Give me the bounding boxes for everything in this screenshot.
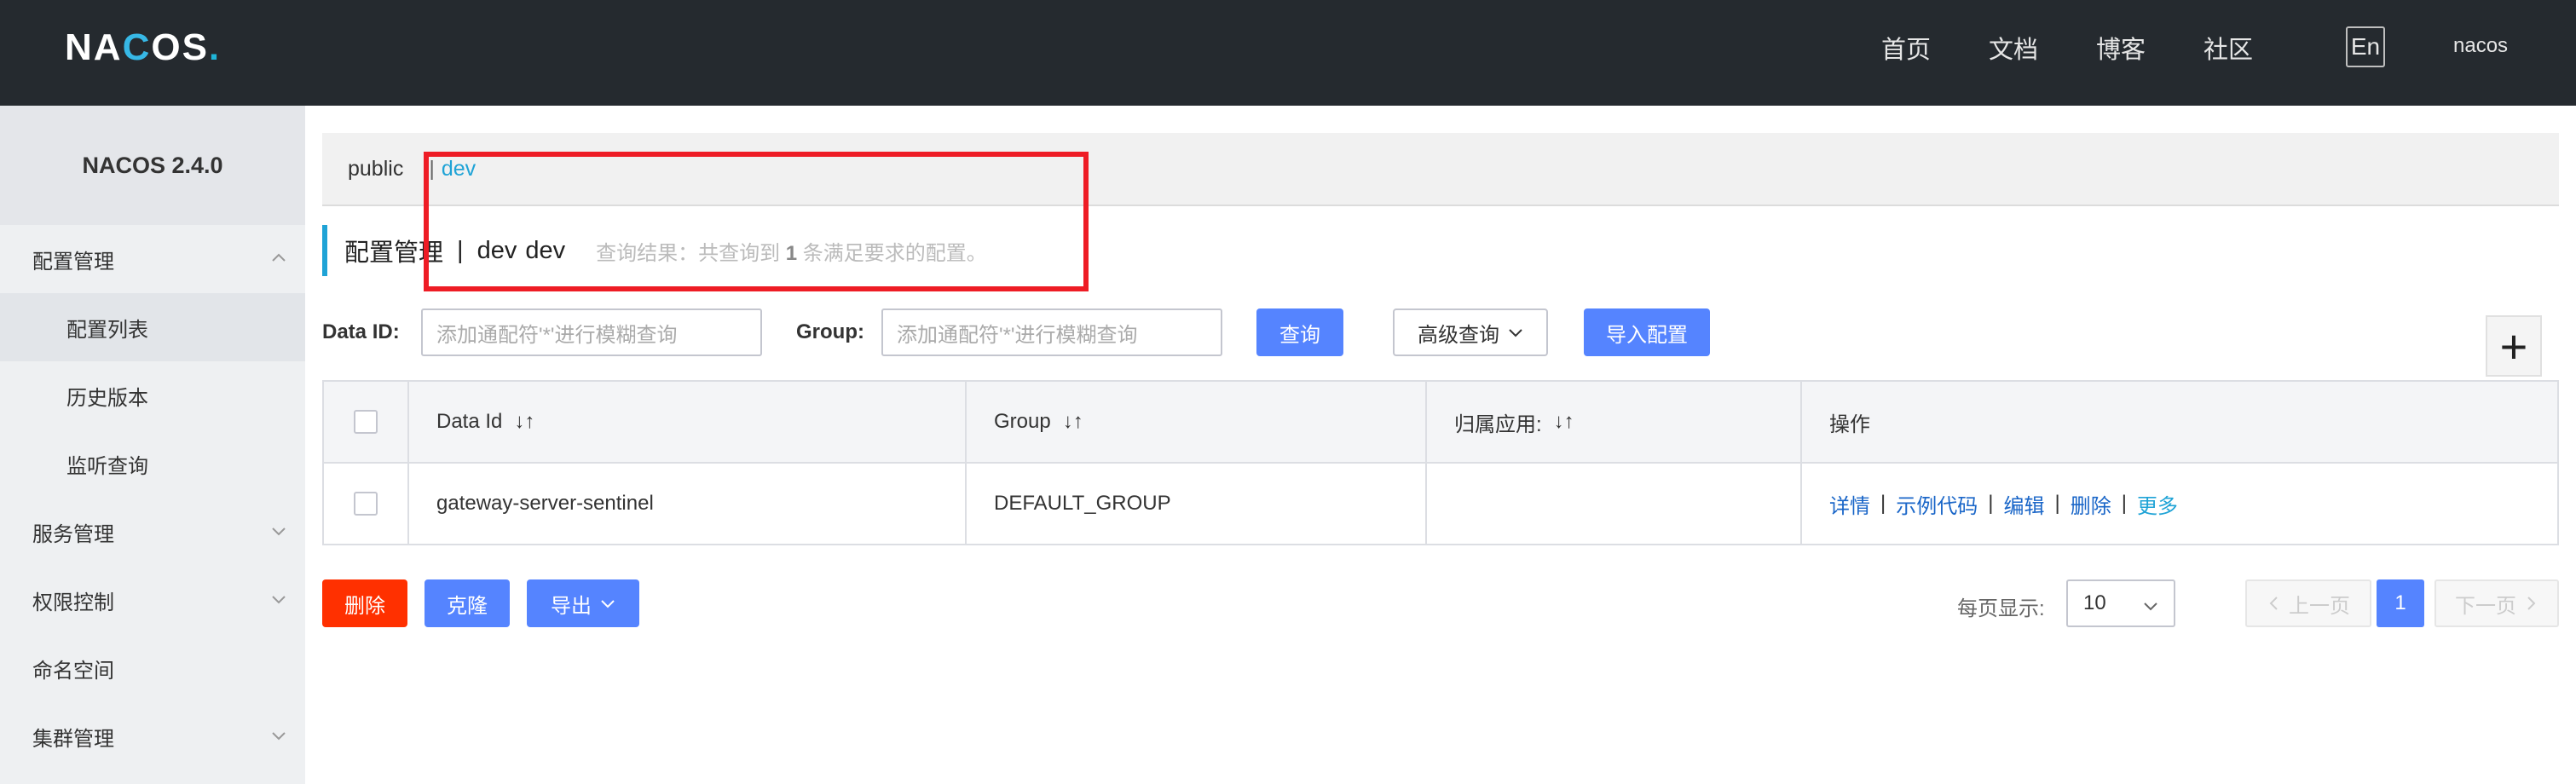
sample-code-link[interactable]: 示例代码: [1896, 489, 1978, 519]
current-page-button[interactable]: 1: [2377, 579, 2424, 627]
sidebar: NACOS 2.4.0 配置管理 配置列表 历史版本 监听查询 服务管理 权限控…: [0, 106, 305, 784]
sidebar-item-history[interactable]: 历史版本: [0, 361, 305, 429]
chevron-down-icon: [272, 596, 286, 604]
top-navbar: NA C OS. 首页 文档 博客 社区 En nacos: [0, 0, 2576, 106]
group-input[interactable]: 添加通配符'*'进行模糊查询: [881, 308, 1222, 356]
chevron-down-icon: [272, 527, 286, 536]
data-id-input[interactable]: 添加通配符'*'进行模糊查询: [421, 308, 762, 356]
column-header-group[interactable]: Group ↓↑: [967, 382, 1427, 462]
row-checkbox[interactable]: [354, 492, 378, 516]
delete-link[interactable]: 删除: [2071, 489, 2111, 519]
select-all-checkbox[interactable]: [354, 410, 378, 434]
sort-icon[interactable]: ↓↑: [1554, 410, 1574, 434]
column-header-operations: 操作: [1829, 412, 1870, 436]
query-button[interactable]: 查询: [1256, 308, 1343, 356]
nacos-logo[interactable]: NA C OS.: [65, 24, 221, 72]
sidebar-item-service-management[interactable]: 服务管理: [0, 498, 305, 566]
sidebar-item-config-management[interactable]: 配置管理: [0, 225, 305, 293]
batch-delete-button[interactable]: 删除: [322, 579, 407, 627]
sidebar-item-access-control[interactable]: 权限控制: [0, 566, 305, 634]
chevron-down-icon: [272, 732, 286, 741]
import-config-button[interactable]: 导入配置: [1584, 308, 1710, 356]
sidebar-item-namespace[interactable]: 命名空间: [0, 634, 305, 702]
clone-button[interactable]: 克隆: [425, 579, 510, 627]
cell-app: [1427, 464, 1802, 544]
user-menu[interactable]: nacos: [2453, 34, 2508, 58]
data-id-label: Data ID:: [322, 320, 400, 343]
add-config-button[interactable]: +: [2486, 315, 2542, 377]
chevron-right-icon: [2527, 597, 2536, 610]
chevron-down-icon: [2144, 602, 2157, 611]
nav-home-link[interactable]: 首页: [1881, 30, 1931, 66]
sidebar-item-listener-query[interactable]: 监听查询: [0, 429, 305, 498]
group-label: Group:: [796, 320, 864, 343]
cell-group: DEFAULT_GROUP: [967, 464, 1427, 544]
top-nav-links: 首页 文档 博客 社区: [1881, 29, 2311, 66]
next-page-button[interactable]: 下一页: [2434, 579, 2559, 627]
page-size-label: 每页显示:: [1957, 597, 2045, 620]
nav-community-link[interactable]: 社区: [2203, 30, 2253, 66]
export-button[interactable]: 导出: [527, 579, 639, 627]
nav-docs-link[interactable]: 文档: [1989, 30, 2038, 66]
advanced-query-button[interactable]: 高级查询: [1393, 308, 1548, 356]
sidebar-version-title: NACOS 2.4.0: [0, 106, 305, 225]
cell-operations: 详情 | 示例代码 | 编辑 | 删除 | 更多: [1802, 464, 2557, 544]
prev-page-button[interactable]: 上一页: [2245, 579, 2371, 627]
chevron-left-icon: [2269, 597, 2278, 610]
column-header-app[interactable]: 归属应用: ↓↑: [1427, 382, 1802, 462]
sort-icon[interactable]: ↓↑: [1063, 410, 1083, 434]
detail-link[interactable]: 详情: [1829, 489, 1870, 519]
namespace-public-link[interactable]: public: [348, 157, 403, 182]
table-row: gateway-server-sentinel DEFAULT_GROUP 详情…: [324, 464, 2557, 544]
more-link[interactable]: 更多: [2137, 489, 2178, 519]
chevron-up-icon: [272, 253, 286, 262]
highlight-box: [424, 152, 1089, 291]
nav-blog-link[interactable]: 博客: [2096, 30, 2146, 66]
column-header-data-id[interactable]: Data Id ↓↑: [409, 382, 967, 462]
cell-data-id: gateway-server-sentinel: [409, 464, 967, 544]
sort-icon[interactable]: ↓↑: [514, 410, 534, 434]
sidebar-item-cluster-management[interactable]: 集群管理: [0, 702, 305, 770]
table-header: Data Id ↓↑ Group ↓↑ 归属应用: ↓↑ 操作: [324, 382, 2557, 464]
chevron-down-icon: [601, 600, 615, 608]
sidebar-item-config-list[interactable]: 配置列表: [0, 293, 305, 361]
config-table: Data Id ↓↑ Group ↓↑ 归属应用: ↓↑ 操作 gateway-…: [322, 380, 2559, 545]
language-switch-button[interactable]: En: [2346, 26, 2385, 67]
page-size-select[interactable]: 10: [2066, 579, 2175, 627]
edit-link[interactable]: 编辑: [2003, 489, 2044, 519]
chevron-down-icon: [1509, 329, 1522, 337]
